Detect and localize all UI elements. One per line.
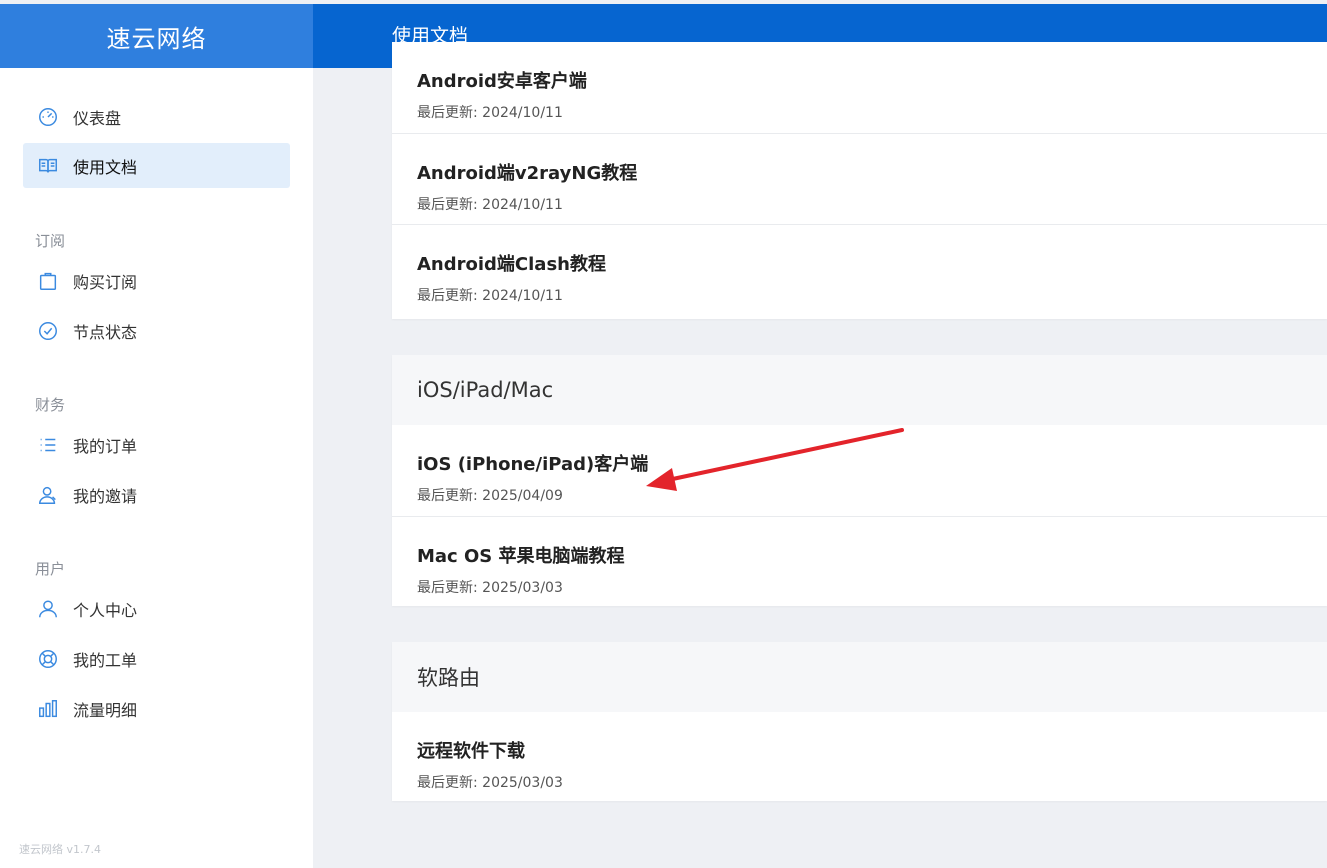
sidebar-item-label: 仪表盘 bbox=[73, 108, 122, 128]
sidebar-item-my-invites[interactable]: 我的邀请 bbox=[23, 472, 290, 517]
lifebuoy-icon bbox=[35, 646, 61, 672]
doc-title[interactable]: Android安卓客户端 bbox=[417, 67, 587, 93]
group-title: iOS/iPad/Mac bbox=[392, 355, 1327, 425]
doc-item[interactable]: 远程软件下载 最后更新: 2025/03/03 bbox=[392, 712, 1327, 803]
doc-title[interactable]: Android端Clash教程 bbox=[417, 250, 606, 276]
doc-title[interactable]: iOS (iPhone/iPad)客户端 bbox=[417, 450, 648, 476]
list-icon bbox=[35, 432, 61, 458]
sidebar-item-dashboard[interactable]: 仪表盘 bbox=[23, 94, 290, 139]
doc-title[interactable]: 远程软件下载 bbox=[417, 737, 525, 763]
brand-logo[interactable]: 速云网络 bbox=[0, 4, 313, 68]
users-icon bbox=[35, 482, 61, 508]
sidebar: 仪表盘 使用文档 订阅 购买订阅 节点状态 财务 我的订单 我的邀请 用户 个人… bbox=[0, 68, 313, 868]
main-content: Android安卓客户端 最后更新: 2024/10/11 Android端v2… bbox=[313, 42, 1327, 868]
sidebar-item-label: 我的订单 bbox=[73, 436, 138, 456]
doc-item[interactable]: Android安卓客户端 最后更新: 2024/10/11 bbox=[392, 42, 1327, 133]
doc-group-router: 软路由 远程软件下载 最后更新: 2025/03/03 bbox=[392, 642, 1327, 801]
sidebar-item-tickets[interactable]: 我的工单 bbox=[23, 636, 290, 681]
sidebar-item-label: 使用文档 bbox=[73, 157, 138, 177]
user-icon bbox=[35, 596, 61, 622]
doc-date: 最后更新: 2024/10/11 bbox=[417, 197, 563, 213]
sidebar-item-my-orders[interactable]: 我的订单 bbox=[23, 422, 290, 467]
sidebar-item-label: 购买订阅 bbox=[73, 272, 138, 292]
doc-title[interactable]: Android端v2rayNG教程 bbox=[417, 159, 637, 185]
group-title: 软路由 bbox=[392, 642, 1327, 712]
section-label-subscription: 订阅 bbox=[35, 232, 66, 250]
sidebar-item-profile[interactable]: 个人中心 bbox=[23, 586, 290, 631]
section-label-user: 用户 bbox=[35, 560, 66, 578]
sidebar-item-label: 个人中心 bbox=[73, 600, 138, 620]
doc-date: 最后更新: 2024/10/11 bbox=[417, 288, 563, 304]
doc-item[interactable]: Mac OS 苹果电脑端教程 最后更新: 2025/03/03 bbox=[392, 516, 1327, 607]
bar-chart-icon bbox=[35, 696, 61, 722]
doc-title[interactable]: Mac OS 苹果电脑端教程 bbox=[417, 542, 625, 568]
version-text: 速云网络 v1.7.4 bbox=[19, 843, 101, 856]
sidebar-item-node-status[interactable]: 节点状态 bbox=[23, 308, 290, 353]
shopping-bag-icon bbox=[35, 268, 61, 294]
doc-item[interactable]: Android端Clash教程 最后更新: 2024/10/11 bbox=[392, 224, 1327, 315]
book-icon bbox=[35, 153, 61, 179]
doc-group-android: Android安卓客户端 最后更新: 2024/10/11 Android端v2… bbox=[392, 42, 1327, 319]
doc-group-ios: iOS/iPad/Mac iOS (iPhone/iPad)客户端 最后更新: … bbox=[392, 355, 1327, 606]
dashboard-icon bbox=[35, 104, 61, 130]
doc-date: 最后更新: 2025/03/03 bbox=[417, 580, 563, 596]
doc-date: 最后更新: 2025/04/09 bbox=[417, 488, 563, 504]
sidebar-item-traffic[interactable]: 流量明细 bbox=[23, 686, 290, 731]
doc-date: 最后更新: 2025/03/03 bbox=[417, 775, 563, 791]
sidebar-item-label: 节点状态 bbox=[73, 322, 138, 342]
doc-item[interactable]: Android端v2rayNG教程 最后更新: 2024/10/11 bbox=[392, 133, 1327, 224]
section-label-finance: 财务 bbox=[35, 396, 66, 414]
sidebar-item-buy-subscription[interactable]: 购买订阅 bbox=[23, 258, 290, 303]
sidebar-item-docs[interactable]: 使用文档 bbox=[23, 143, 290, 188]
doc-item[interactable]: iOS (iPhone/iPad)客户端 最后更新: 2025/04/09 bbox=[392, 425, 1327, 516]
sidebar-item-label: 流量明细 bbox=[73, 700, 138, 720]
doc-date: 最后更新: 2024/10/11 bbox=[417, 105, 563, 121]
check-circle-icon bbox=[35, 318, 61, 344]
sidebar-item-label: 我的邀请 bbox=[73, 486, 138, 506]
sidebar-item-label: 我的工单 bbox=[73, 650, 138, 670]
